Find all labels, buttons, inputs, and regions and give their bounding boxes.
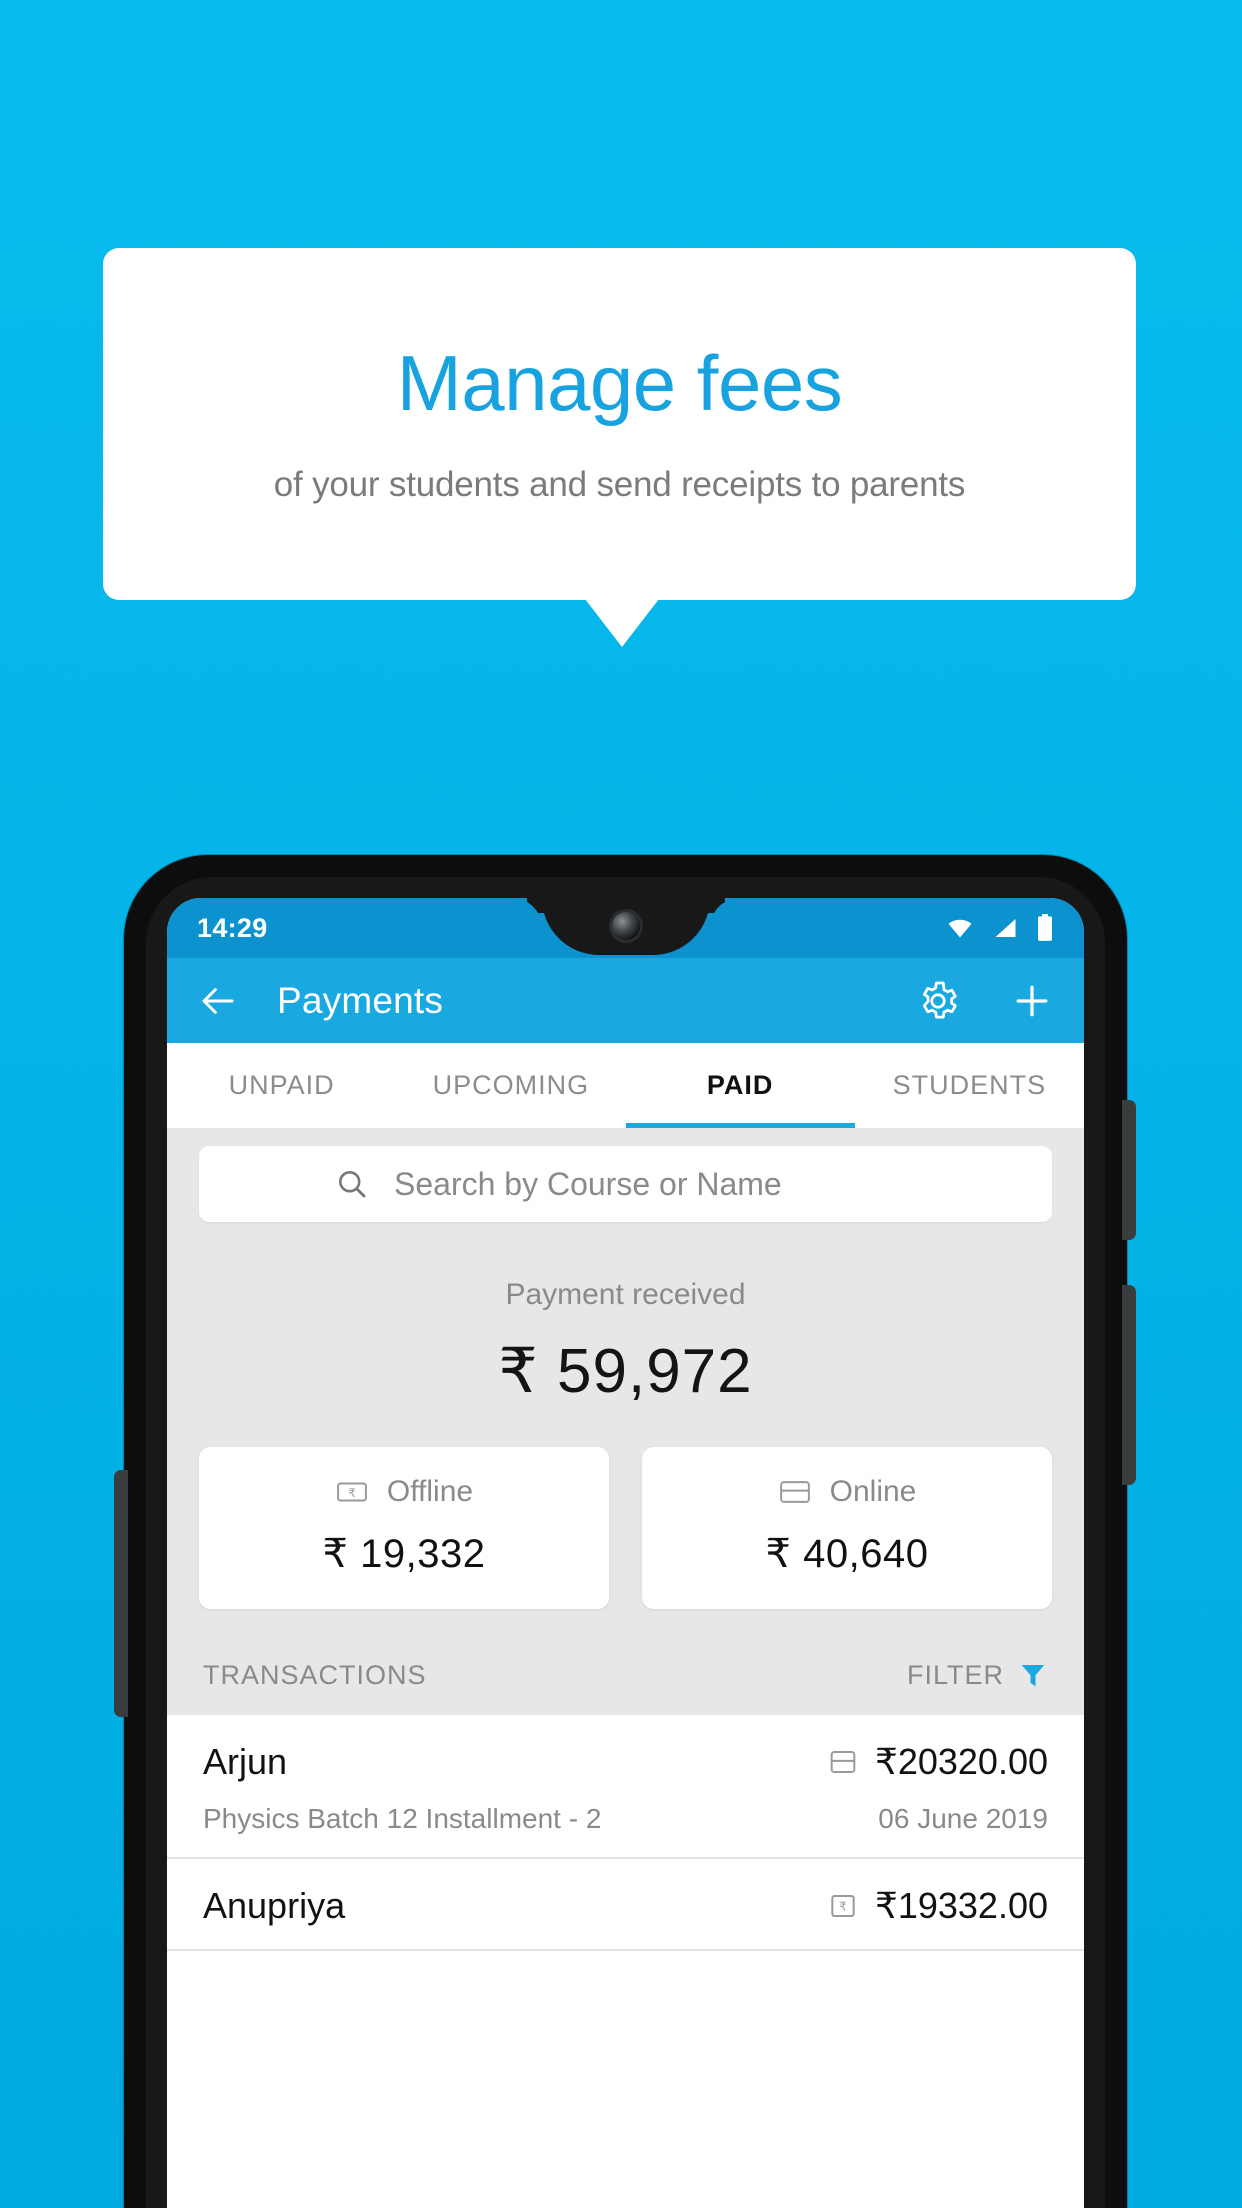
tab-students[interactable]: STUDENTS (855, 1043, 1084, 1128)
search-input[interactable]: Search by Course or Name (199, 1146, 1052, 1222)
page-title: Payments (277, 979, 444, 1021)
offline-payment-card[interactable]: ₹ Offline ₹ 19,332 (199, 1447, 609, 1609)
payment-received-amount: ₹ 59,972 (498, 1337, 753, 1406)
credit-card-icon (778, 1475, 812, 1509)
tab-upcoming[interactable]: UPCOMING (396, 1043, 625, 1128)
svg-text:₹: ₹ (348, 1486, 356, 1500)
transactions-header: TRANSACTIONS FILTER (167, 1635, 1084, 1715)
transaction-secondary-line: Physics Batch 12 Installment - 2 06 June… (203, 1803, 1048, 1835)
promo-callout-pointer (585, 599, 659, 647)
back-arrow-icon[interactable] (197, 980, 239, 1022)
table-row[interactable]: Arjun ₹20320.00 Physics Batch 12 Install… (167, 1715, 1084, 1859)
svg-text:₹: ₹ (839, 1900, 847, 1914)
transaction-amount: ₹19332.00 (874, 1885, 1048, 1926)
app-bar: Payments (167, 958, 1084, 1043)
online-amount: ₹ 40,640 (765, 1532, 929, 1576)
search-icon (334, 1166, 370, 1202)
content-area: Search by Course or Name Payment receive… (167, 1128, 1084, 1715)
tab-label: UNPAID (228, 1070, 335, 1100)
transaction-amount-group: ₹20320.00 (827, 1741, 1048, 1783)
filter-label: FILTER (906, 1659, 1004, 1690)
search-placeholder: Search by Course or Name (394, 1165, 782, 1202)
search-section: Search by Course or Name (167, 1128, 1084, 1236)
payment-method-cards: ₹ Offline ₹ 19,332 Online ₹ 40,640 (167, 1425, 1084, 1635)
transaction-name: Arjun (203, 1741, 288, 1782)
transaction-amount: ₹20320.00 (874, 1741, 1048, 1782)
funnel-icon (1018, 1660, 1048, 1690)
payment-received-label: Payment received (505, 1278, 746, 1311)
transaction-description: Physics Batch 12 Installment - 2 (203, 1803, 602, 1834)
tab-label: STUDENTS (892, 1070, 1047, 1100)
cash-note-icon: ₹ (335, 1475, 369, 1509)
transaction-primary-line: Anupriya ₹ ₹19332.00 (203, 1885, 1048, 1927)
transaction-date: 06 June 2019 (878, 1803, 1048, 1834)
status-icons (945, 914, 1054, 942)
cash-note-icon: ₹ (827, 1890, 859, 1922)
front-camera-icon (611, 912, 640, 940)
transaction-primary-line: Arjun ₹20320.00 (203, 1741, 1048, 1783)
payment-summary: Payment received ₹ 59,972 (167, 1236, 1084, 1425)
side-button-secondary[interactable] (1122, 1285, 1136, 1485)
promo-callout-card: Manage fees of your students and send re… (103, 248, 1136, 600)
transaction-amount-group: ₹ ₹19332.00 (827, 1885, 1048, 1927)
promo-subtitle: of your students and send receipts to pa… (273, 464, 966, 504)
table-row[interactable]: Anupriya ₹ ₹19332.00 (167, 1859, 1084, 1951)
tab-unpaid[interactable]: UNPAID (167, 1043, 396, 1128)
tab-bar: UNPAID UPCOMING PAID STUDENTS (167, 1043, 1084, 1128)
status-time: 14:29 (197, 912, 268, 943)
online-card-header: Online (642, 1475, 1052, 1509)
offline-card-header: ₹ Offline (199, 1475, 609, 1509)
offline-label: Offline (386, 1475, 474, 1508)
transactions-label: TRANSACTIONS (203, 1659, 427, 1690)
status-bar: 14:29 (167, 898, 1084, 958)
power-button[interactable] (1122, 1100, 1136, 1240)
promo-title: Manage fees (396, 339, 843, 428)
online-payment-card[interactable]: Online ₹ 40,640 (642, 1447, 1052, 1609)
transaction-name: Anupriya (203, 1885, 346, 1926)
transactions-list: Arjun ₹20320.00 Physics Batch 12 Install… (167, 1715, 1084, 1951)
display-notch (541, 898, 710, 955)
battery-icon (1036, 914, 1054, 942)
plus-icon[interactable] (1010, 979, 1054, 1023)
offline-amount: ₹ 19,332 (322, 1532, 486, 1576)
filter-button[interactable]: FILTER (907, 1660, 1048, 1691)
tab-label: UPCOMING (432, 1070, 590, 1100)
wifi-icon (945, 916, 975, 940)
gear-icon[interactable] (916, 979, 960, 1023)
tab-paid[interactable]: PAID (625, 1043, 856, 1128)
app-bar-actions (916, 979, 1054, 1023)
signal-icon (992, 916, 1019, 940)
credit-card-icon (827, 1746, 859, 1778)
online-label: Online (829, 1475, 917, 1508)
phone-screen: 14:29 Payments UNPAID UPCOMING PAID STUD… (167, 898, 1084, 2208)
volume-button[interactable] (114, 1470, 128, 1717)
tab-label: PAID (706, 1070, 774, 1100)
